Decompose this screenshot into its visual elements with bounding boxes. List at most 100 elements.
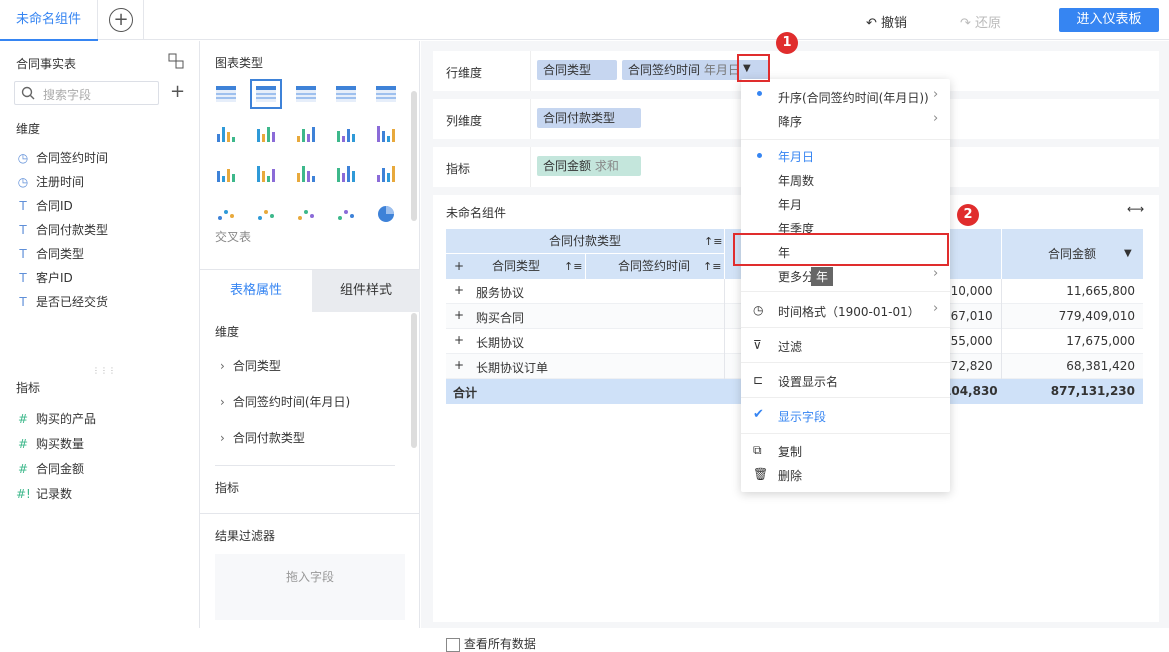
bar-icon[interactable] [215, 164, 237, 184]
props-dimension-item[interactable]: › 合同类型 [220, 357, 281, 374]
stack-bar-icon[interactable] [335, 124, 357, 144]
horizontal-bar-icon[interactable] [255, 164, 277, 184]
metric-item[interactable]: # 购买数量 [16, 435, 84, 452]
props-dimension-item[interactable]: › 合同签约时间(年月日) [220, 393, 350, 410]
checkbox[interactable] [446, 637, 460, 652]
add-field-icon[interactable]: + [170, 81, 185, 102]
divider [200, 513, 420, 514]
menu-time-format[interactable]: 时间格式（1900-01-01） [778, 303, 920, 320]
filter-drop-zone[interactable]: 拖入字段 [215, 554, 405, 620]
search-input[interactable]: 搜索字段 [14, 81, 159, 105]
multi-bar-icon[interactable] [375, 124, 397, 144]
line-icon[interactable] [335, 164, 357, 184]
text-table-icon[interactable] [215, 124, 237, 144]
expand-plus-icon[interactable]: + [454, 254, 464, 279]
hash-icon: #! [16, 487, 31, 501]
hash-icon: # [17, 412, 29, 426]
add-tab-icon[interactable]: + [109, 8, 133, 32]
color-block-icon[interactable] [335, 84, 357, 104]
divider [530, 147, 531, 187]
menu-show-field[interactable]: 显示字段 [778, 408, 826, 425]
sort-icon[interactable]: ↑≡ [703, 254, 721, 279]
tab-component-style[interactable]: 组件样式 [312, 270, 420, 312]
row-amount: 779,409,010 [1058, 309, 1135, 323]
pie-icon[interactable] [375, 204, 397, 224]
row-pill-contract-type[interactable]: 合同类型 [537, 60, 617, 80]
scatter-icon[interactable] [295, 204, 317, 224]
bubble-icon[interactable] [335, 204, 357, 224]
switch-table-icon[interactable] [168, 53, 184, 69]
header-sign-date: 合同签约时间 ↑≡ [586, 254, 724, 279]
sort-icon[interactable]: ↑≡ [704, 229, 722, 254]
chart-grid-scrollbar[interactable] [411, 91, 417, 221]
expand-icon[interactable]: ⟷ [1127, 202, 1144, 216]
scatter-bar-icon[interactable] [295, 164, 317, 184]
clock-icon: ◷ [17, 151, 29, 165]
filter-placeholder: 拖入字段 [285, 570, 334, 584]
menu-filter[interactable]: 过滤 [778, 338, 802, 355]
header-payment-type: 合同付款类型 ↑≡ [446, 229, 724, 254]
menu-sort-desc[interactable]: 降序 [778, 113, 802, 130]
menu-set-display-name[interactable]: 设置显示名 [778, 373, 838, 390]
table-icon[interactable] [215, 84, 237, 104]
drag-handle-icon[interactable]: ⋮⋮⋮ [92, 366, 116, 375]
props-dimension-item[interactable]: › 合同付款类型 [220, 429, 305, 446]
enter-dashboard-button[interactable]: 进入仪表板 [1059, 8, 1159, 32]
menu-more-groups[interactable]: 更多分 [778, 268, 814, 285]
props-scrollbar[interactable] [411, 313, 417, 448]
field-item[interactable]: T 合同ID [16, 197, 72, 214]
expand-plus-icon[interactable]: + [454, 308, 464, 322]
tab-table-properties[interactable]: 表格属性 [200, 270, 312, 312]
detail-table-icon[interactable] [295, 84, 317, 104]
sort-icon[interactable]: ↑≡ [564, 254, 582, 279]
col-pill-payment-type[interactable]: 合同付款类型 [537, 108, 641, 128]
menu-year-month-day[interactable]: 年月日 [778, 148, 814, 165]
metric-item[interactable]: # 合同金额 [16, 460, 84, 477]
dropdown-icon[interactable]: ▼ [1124, 229, 1132, 279]
radar-icon[interactable] [215, 204, 237, 224]
field-item[interactable]: T 客户ID [16, 269, 72, 286]
field-item[interactable]: T 合同付款类型 [16, 221, 108, 238]
view-all-data[interactable]: 查看所有数据 [446, 635, 536, 652]
pill-sub: 年月日 [703, 63, 740, 77]
menu-divider [741, 433, 950, 434]
menu-year-month[interactable]: 年月 [778, 196, 802, 213]
annotation-badge-2: 2 [957, 204, 979, 226]
menu-divider [741, 327, 950, 328]
tab-component[interactable]: 未命名组件 [0, 0, 98, 41]
metric-item[interactable]: #! 记录数 [16, 485, 72, 502]
number-icon[interactable] [375, 84, 397, 104]
menu-copy[interactable]: 复制 [778, 443, 802, 460]
grouped-table-icon[interactable] [250, 79, 282, 109]
menu-delete[interactable]: 删除 [778, 467, 802, 484]
field-item[interactable]: T 是否已经交货 [16, 293, 108, 310]
heatmap-icon[interactable] [295, 124, 317, 144]
undo-button[interactable]: ↶ 撤销 [866, 12, 907, 31]
total-label: 合计 [453, 386, 478, 400]
chart-type-title: 图表类型 [215, 56, 264, 70]
expand-plus-icon[interactable]: + [454, 333, 464, 347]
metric-title: 指标 [16, 381, 41, 395]
expand-plus-icon[interactable]: + [454, 358, 464, 372]
metric-pill-amount[interactable]: 合同金额 求和 [537, 156, 641, 176]
multi-line-icon[interactable] [375, 164, 397, 184]
dimension-label: 合同签约时间(年月日) [232, 395, 351, 409]
divider [724, 329, 725, 354]
expand-plus-icon[interactable]: + [454, 283, 464, 297]
divider [1001, 329, 1002, 354]
area-icon[interactable] [255, 204, 277, 224]
selected-dot-icon [757, 91, 762, 96]
menu-year-week[interactable]: 年周数 [778, 172, 814, 189]
menu-sort-asc[interactable]: 升序(合同签约时间(年月日)) [778, 89, 929, 106]
field-label: 记录数 [36, 487, 73, 501]
redo-button[interactable]: ↷ 还原 [960, 12, 1001, 31]
field-item[interactable]: ◷ 合同签约时间 [16, 149, 108, 166]
field-label: 购买数量 [36, 437, 85, 451]
field-item[interactable]: ◷ 注册时间 [16, 173, 84, 190]
copy-icon: ⧉ [753, 443, 762, 457]
field-item[interactable]: T 合同类型 [16, 245, 84, 262]
kpi-table-icon[interactable] [255, 124, 277, 144]
chevron-right-icon: › [220, 395, 225, 409]
redo-icon: ↷ [960, 16, 976, 31]
metric-item[interactable]: # 购买的产品 [16, 410, 96, 427]
